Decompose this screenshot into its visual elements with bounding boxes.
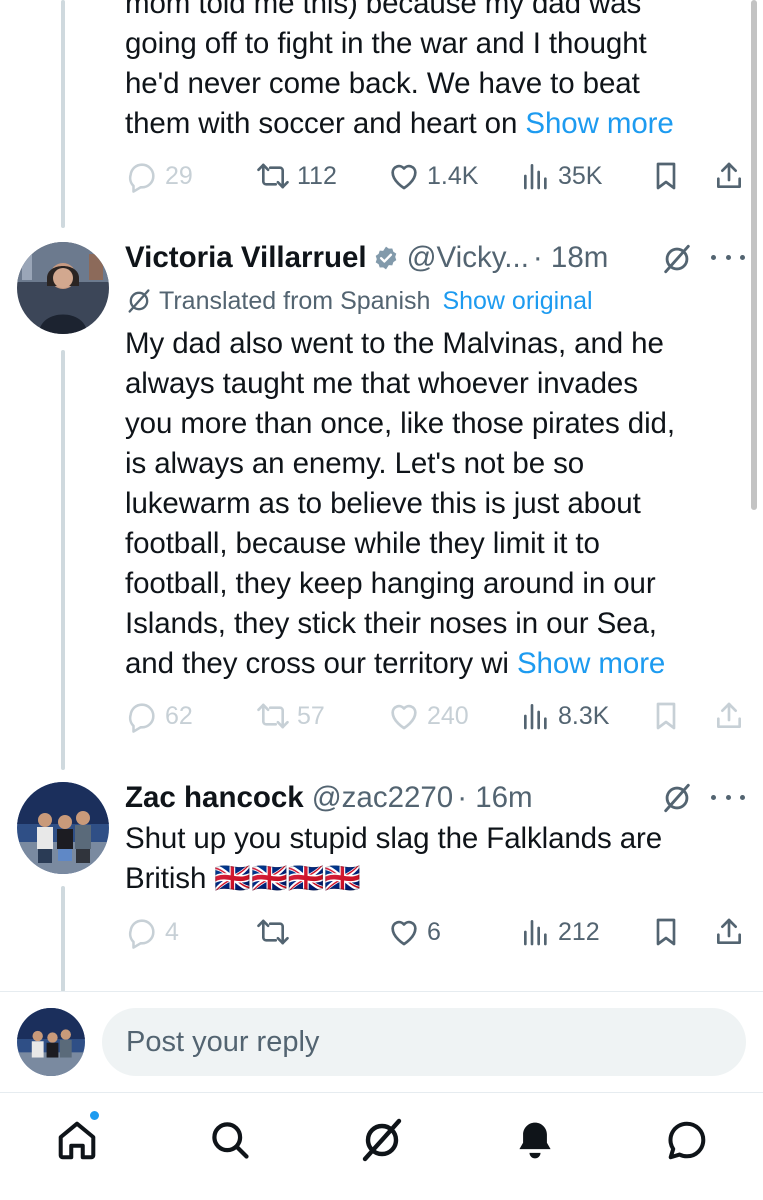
- bookmark-icon: [656, 702, 676, 730]
- like-button[interactable]: 240: [387, 696, 469, 736]
- reply-input[interactable]: Post your reply: [102, 1008, 746, 1076]
- reply-icon: [128, 919, 155, 949]
- handle[interactable]: @zac2270: [312, 781, 453, 815]
- repost-button[interactable]: 112: [255, 156, 337, 196]
- heart-icon: [391, 704, 417, 730]
- repost-count: 112: [297, 161, 337, 190]
- translation-notice: Translated from Spanish Show original: [125, 284, 593, 318]
- share-button[interactable]: [713, 156, 751, 196]
- tweet-actions: 4 6 212: [125, 912, 745, 952]
- grok-icon[interactable]: [660, 781, 694, 815]
- views-count: 8.3K: [558, 701, 610, 730]
- reply-composer: Post your reply: [0, 992, 763, 1092]
- avatar[interactable]: [17, 242, 109, 334]
- reply-button[interactable]: 29: [125, 156, 193, 196]
- messages-icon: [668, 1121, 706, 1160]
- share-icon: [717, 918, 741, 944]
- thread-line: [61, 0, 65, 228]
- views-count: 35K: [558, 161, 603, 190]
- avatar[interactable]: [17, 782, 109, 874]
- new-posts-dot: [88, 1109, 101, 1122]
- bottom-nav: [0, 1092, 763, 1200]
- bookmark-button[interactable]: [650, 156, 688, 196]
- timestamp: · 16m: [457, 781, 533, 814]
- more-options-button[interactable]: [711, 791, 745, 803]
- show-original-link[interactable]: Show original: [442, 287, 592, 316]
- share-icon: [717, 162, 741, 188]
- share-button[interactable]: [713, 912, 751, 952]
- timestamp: · 18m: [532, 241, 609, 274]
- nav-home[interactable]: [52, 1115, 102, 1165]
- reply-icon: [128, 163, 155, 193]
- views-button[interactable]: 8.3K: [520, 696, 609, 736]
- display-name[interactable]: Victoria Villarruel: [125, 241, 367, 275]
- views-button[interactable]: 212: [520, 912, 600, 952]
- heart-icon: [391, 920, 417, 946]
- nav-notifications[interactable]: [510, 1115, 560, 1165]
- display-name[interactable]: Zac hancock: [125, 781, 304, 815]
- repost-button[interactable]: 57: [255, 696, 325, 736]
- reply-icon: [128, 703, 155, 733]
- reply-placeholder: Post your reply: [126, 1025, 320, 1058]
- grok-icon[interactable]: [660, 242, 694, 276]
- like-button[interactable]: 1.4K: [387, 156, 478, 196]
- nav-messages[interactable]: [662, 1115, 712, 1165]
- reply-count: 29: [165, 161, 193, 190]
- tweet-header: Victoria Villarruel @Vicky... · 18m: [125, 238, 608, 278]
- thread-line: [61, 886, 65, 992]
- like-count: 1.4K: [427, 161, 479, 190]
- bookmark-button[interactable]: [650, 696, 688, 736]
- show-more-link[interactable]: Show more: [525, 107, 673, 140]
- translated-label: Translated from Spanish: [159, 286, 431, 315]
- repost-button[interactable]: [255, 912, 297, 952]
- tweet-text: Shut up you stupid slag the Falklands ar…: [125, 822, 663, 895]
- reply-button[interactable]: 62: [125, 696, 193, 736]
- more-options-button[interactable]: [711, 251, 745, 263]
- bookmark-button[interactable]: [650, 912, 688, 952]
- nav-search[interactable]: [205, 1115, 255, 1165]
- views-icon: [524, 704, 547, 730]
- grok-icon: [362, 1118, 402, 1162]
- nav-grok[interactable]: [357, 1115, 407, 1165]
- tweet-actions: 29 112 1.4K 35K: [125, 156, 745, 196]
- reply-count: 62: [165, 701, 193, 730]
- views-button[interactable]: 35K: [520, 156, 602, 196]
- tweet-actions: 62 57 240 8.3K: [125, 696, 745, 736]
- reply-button[interactable]: 4: [125, 912, 179, 952]
- like-count: 6: [427, 917, 441, 946]
- like-count: 240: [427, 701, 469, 730]
- bookmark-icon: [656, 918, 676, 946]
- repost-icon: [257, 163, 289, 189]
- search-icon: [212, 1122, 249, 1159]
- share-button[interactable]: [713, 696, 751, 736]
- thread-line: [61, 350, 65, 770]
- grok-icon: [128, 289, 150, 313]
- like-button[interactable]: 6: [387, 912, 441, 952]
- tweet-header: Zac hancock @zac2270 · 16m: [125, 778, 533, 818]
- views-count: 212: [558, 917, 600, 946]
- handle[interactable]: @Vicky...: [407, 241, 529, 275]
- repost-count: 57: [297, 701, 325, 730]
- reply-count: 4: [165, 917, 179, 946]
- share-icon: [717, 702, 741, 728]
- views-icon: [524, 920, 547, 946]
- repost-icon: [257, 919, 289, 945]
- repost-icon: [257, 703, 289, 729]
- show-more-link[interactable]: Show more: [517, 647, 665, 680]
- notifications-icon: [519, 1122, 551, 1159]
- tweet-text: mom told me this) because my dad was goi…: [125, 0, 674, 140]
- verified-badge-icon: [375, 246, 396, 270]
- scrollbar[interactable]: [751, 0, 757, 510]
- avatar: [17, 1008, 85, 1076]
- bookmark-icon: [656, 162, 676, 190]
- heart-icon: [391, 164, 417, 190]
- tweet-text: My dad also went to the Malvinas, and he…: [125, 327, 675, 680]
- views-icon: [524, 164, 547, 190]
- home-icon: [58, 1121, 96, 1160]
